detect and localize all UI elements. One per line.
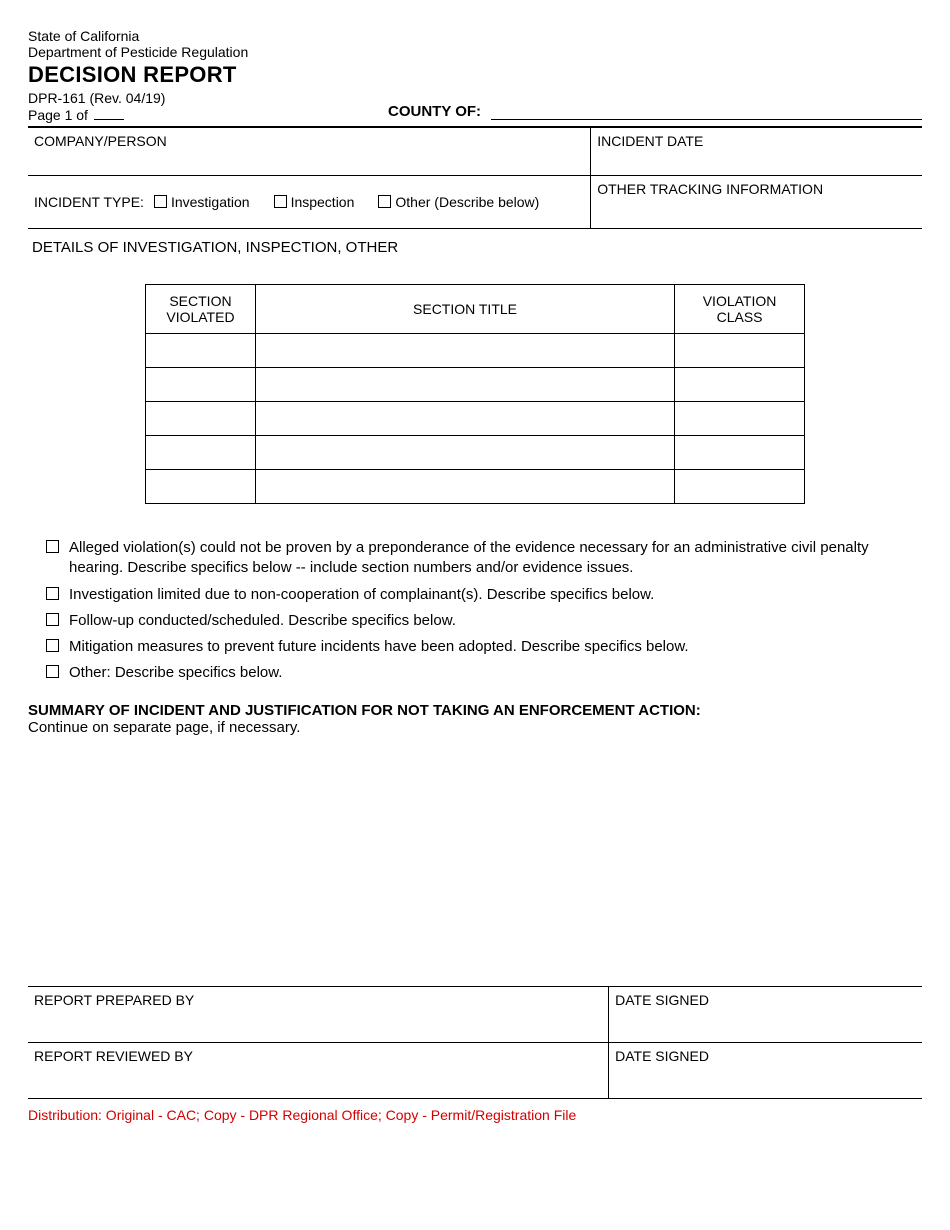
row-incident-type: INCIDENT TYPE: Investigation Inspection …: [28, 176, 922, 229]
reviewed-by-cell[interactable]: REPORT REVIEWED BY: [28, 1043, 609, 1098]
violations-table: SECTION VIOLATED SECTION TITLE VIOLATION…: [145, 284, 805, 504]
signature-block: REPORT PREPARED BY DATE SIGNED REPORT RE…: [28, 986, 922, 1099]
checkbox-icon: [46, 639, 59, 652]
col-violation-class: VIOLATION CLASS: [675, 285, 805, 334]
checkbox-icon: [46, 613, 59, 626]
county-label: COUNTY OF:: [388, 103, 481, 120]
finding-text: Other: Describe specifics below.: [69, 663, 282, 683]
cell-section-violated[interactable]: [146, 470, 256, 504]
finding-text: Alleged violation(s) could not be proven…: [69, 538, 922, 579]
violations-tbody: [146, 334, 805, 504]
violations-table-wrap: SECTION VIOLATED SECTION TITLE VIOLATION…: [28, 284, 922, 504]
dept-line: Department of Pesticide Regulation: [28, 44, 922, 60]
other-tracking-label: OTHER TRACKING INFORMATION: [597, 181, 914, 197]
table-row: [146, 402, 805, 436]
checkbox-icon: [378, 195, 391, 208]
finding-text: Investigation limited due to non-coopera…: [69, 585, 654, 605]
finding-item[interactable]: Follow-up conducted/scheduled. Describe …: [46, 611, 922, 631]
cell-section-title[interactable]: [255, 334, 674, 368]
col-section-title: SECTION TITLE: [255, 285, 674, 334]
cell-section-violated[interactable]: [146, 334, 256, 368]
incident-type-opt-label: Inspection: [291, 194, 355, 210]
finding-text: Follow-up conducted/scheduled. Describe …: [69, 611, 456, 631]
date-signed-label: DATE SIGNED: [615, 1048, 709, 1064]
cell-violation-class[interactable]: [675, 334, 805, 368]
incident-type-investigation[interactable]: Investigation: [154, 194, 250, 210]
incident-type-opt-label: Other (Describe below): [395, 194, 539, 210]
incident-type-label: INCIDENT TYPE:: [34, 194, 144, 210]
incident-type-other[interactable]: Other (Describe below): [378, 194, 539, 210]
incident-date-cell[interactable]: INCIDENT DATE: [591, 128, 922, 175]
prepared-date-cell[interactable]: DATE SIGNED: [609, 987, 922, 1042]
cell-section-violated[interactable]: [146, 368, 256, 402]
table-row: [146, 368, 805, 402]
county-input[interactable]: [491, 104, 922, 120]
cell-violation-class[interactable]: [675, 470, 805, 504]
cell-section-violated[interactable]: [146, 436, 256, 470]
checkbox-icon: [46, 540, 59, 553]
company-person-cell[interactable]: COMPANY/PERSON: [28, 128, 591, 175]
summary-heading: SUMMARY OF INCIDENT AND JUSTIFICATION FO…: [28, 702, 922, 719]
checkbox-icon: [154, 195, 167, 208]
cell-section-title[interactable]: [255, 368, 674, 402]
cell-section-violated[interactable]: [146, 402, 256, 436]
checkbox-icon: [46, 665, 59, 678]
date-signed-label: DATE SIGNED: [615, 992, 709, 1008]
cell-section-title[interactable]: [255, 436, 674, 470]
details-header: DETAILS OF INVESTIGATION, INSPECTION, OT…: [28, 229, 922, 262]
cell-section-title[interactable]: [255, 470, 674, 504]
page-total-input[interactable]: [94, 106, 124, 120]
prepared-by-label: REPORT PREPARED BY: [34, 992, 194, 1008]
reviewed-by-row: REPORT REVIEWED BY DATE SIGNED: [28, 1043, 922, 1099]
row-company-incident: COMPANY/PERSON INCIDENT DATE: [28, 128, 922, 176]
other-tracking-cell[interactable]: OTHER TRACKING INFORMATION: [591, 176, 922, 228]
prepared-by-cell[interactable]: REPORT PREPARED BY: [28, 987, 609, 1042]
reviewed-by-label: REPORT REVIEWED BY: [34, 1048, 193, 1064]
table-row: [146, 334, 805, 368]
finding-item[interactable]: Other: Describe specifics below.: [46, 663, 922, 683]
page-prefix: Page 1 of: [28, 107, 88, 123]
incident-date-label: INCIDENT DATE: [597, 133, 914, 149]
form-page: State of California Department of Pestic…: [0, 0, 950, 1133]
checkbox-icon: [46, 587, 59, 600]
cell-section-title[interactable]: [255, 402, 674, 436]
cell-violation-class[interactable]: [675, 436, 805, 470]
state-line: State of California: [28, 28, 922, 44]
prepared-by-row: REPORT PREPARED BY DATE SIGNED: [28, 987, 922, 1043]
form-title: DECISION REPORT: [28, 62, 922, 88]
finding-item[interactable]: Alleged violation(s) could not be proven…: [46, 538, 922, 579]
finding-text: Mitigation measures to prevent future in…: [69, 637, 689, 657]
reviewed-date-cell[interactable]: DATE SIGNED: [609, 1043, 922, 1098]
finding-item[interactable]: Mitigation measures to prevent future in…: [46, 637, 922, 657]
cell-violation-class[interactable]: [675, 368, 805, 402]
table-row: [146, 436, 805, 470]
checkbox-icon: [274, 195, 287, 208]
table-row: [146, 470, 805, 504]
cell-violation-class[interactable]: [675, 402, 805, 436]
company-person-label: COMPANY/PERSON: [34, 133, 582, 149]
finding-item[interactable]: Investigation limited due to non-coopera…: [46, 585, 922, 605]
incident-type-cell: INCIDENT TYPE: Investigation Inspection …: [28, 176, 591, 228]
summary-subtext: Continue on separate page, if necessary.: [28, 719, 922, 736]
distribution-text: Distribution: Original - CAC; Copy - DPR…: [28, 1107, 922, 1123]
col-section-violated: SECTION VIOLATED: [146, 285, 256, 334]
incident-type-inspection[interactable]: Inspection: [274, 194, 355, 210]
incident-type-opt-label: Investigation: [171, 194, 250, 210]
findings-check-list: Alleged violation(s) could not be proven…: [46, 538, 922, 684]
